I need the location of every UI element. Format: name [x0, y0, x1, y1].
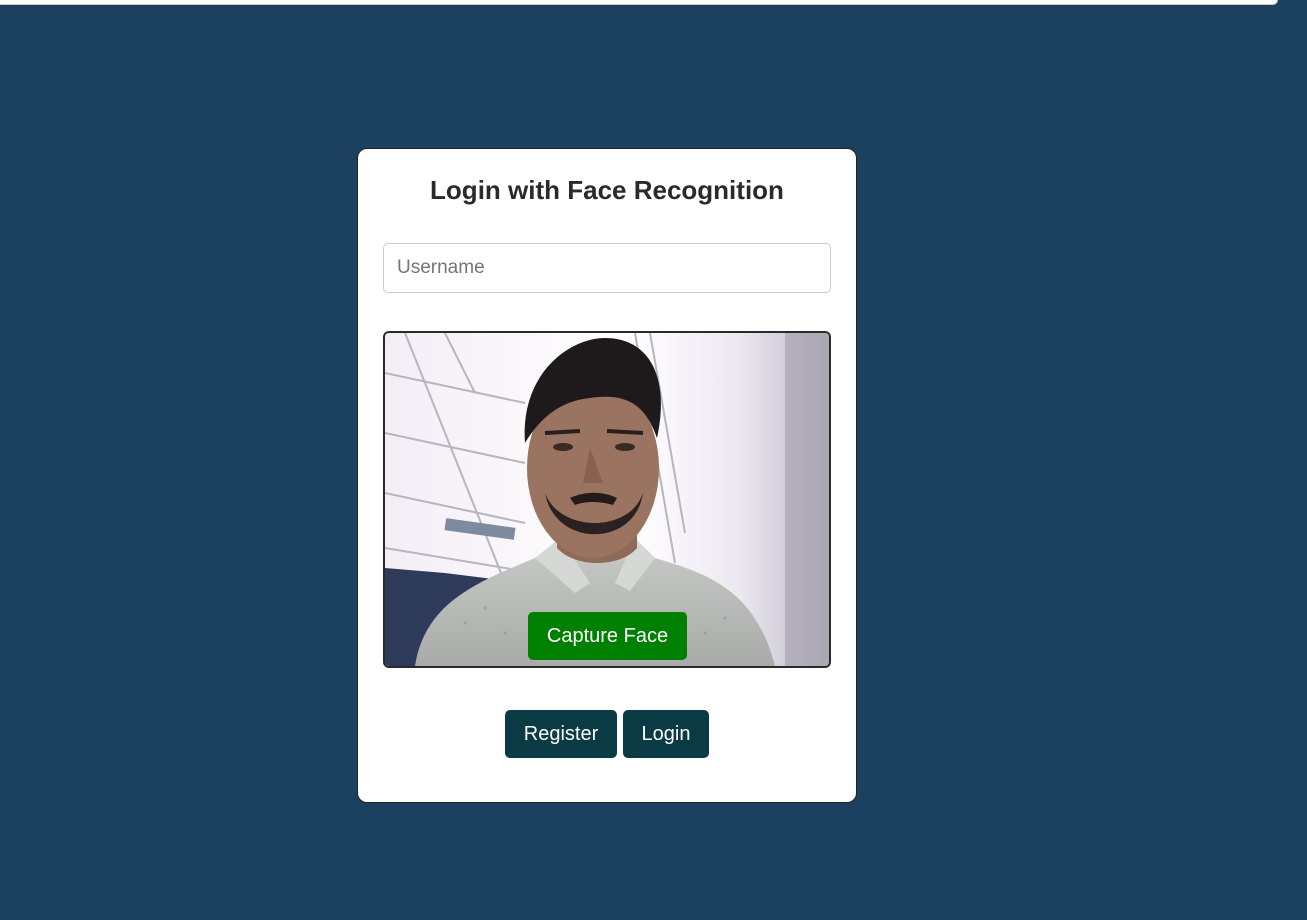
- username-input[interactable]: [383, 243, 831, 293]
- webcam-video-feed: Capture Face: [383, 331, 831, 668]
- capture-face-button[interactable]: Capture Face: [528, 612, 687, 660]
- register-button[interactable]: Register: [505, 710, 617, 758]
- browser-chrome-edge: [0, 0, 1307, 10]
- browser-toolbar-edge: [0, 0, 1278, 5]
- login-button[interactable]: Login: [623, 710, 709, 758]
- login-card: Login with Face Recognition Username Cap…: [357, 148, 857, 803]
- login-title: Login with Face Recognition: [430, 175, 784, 205]
